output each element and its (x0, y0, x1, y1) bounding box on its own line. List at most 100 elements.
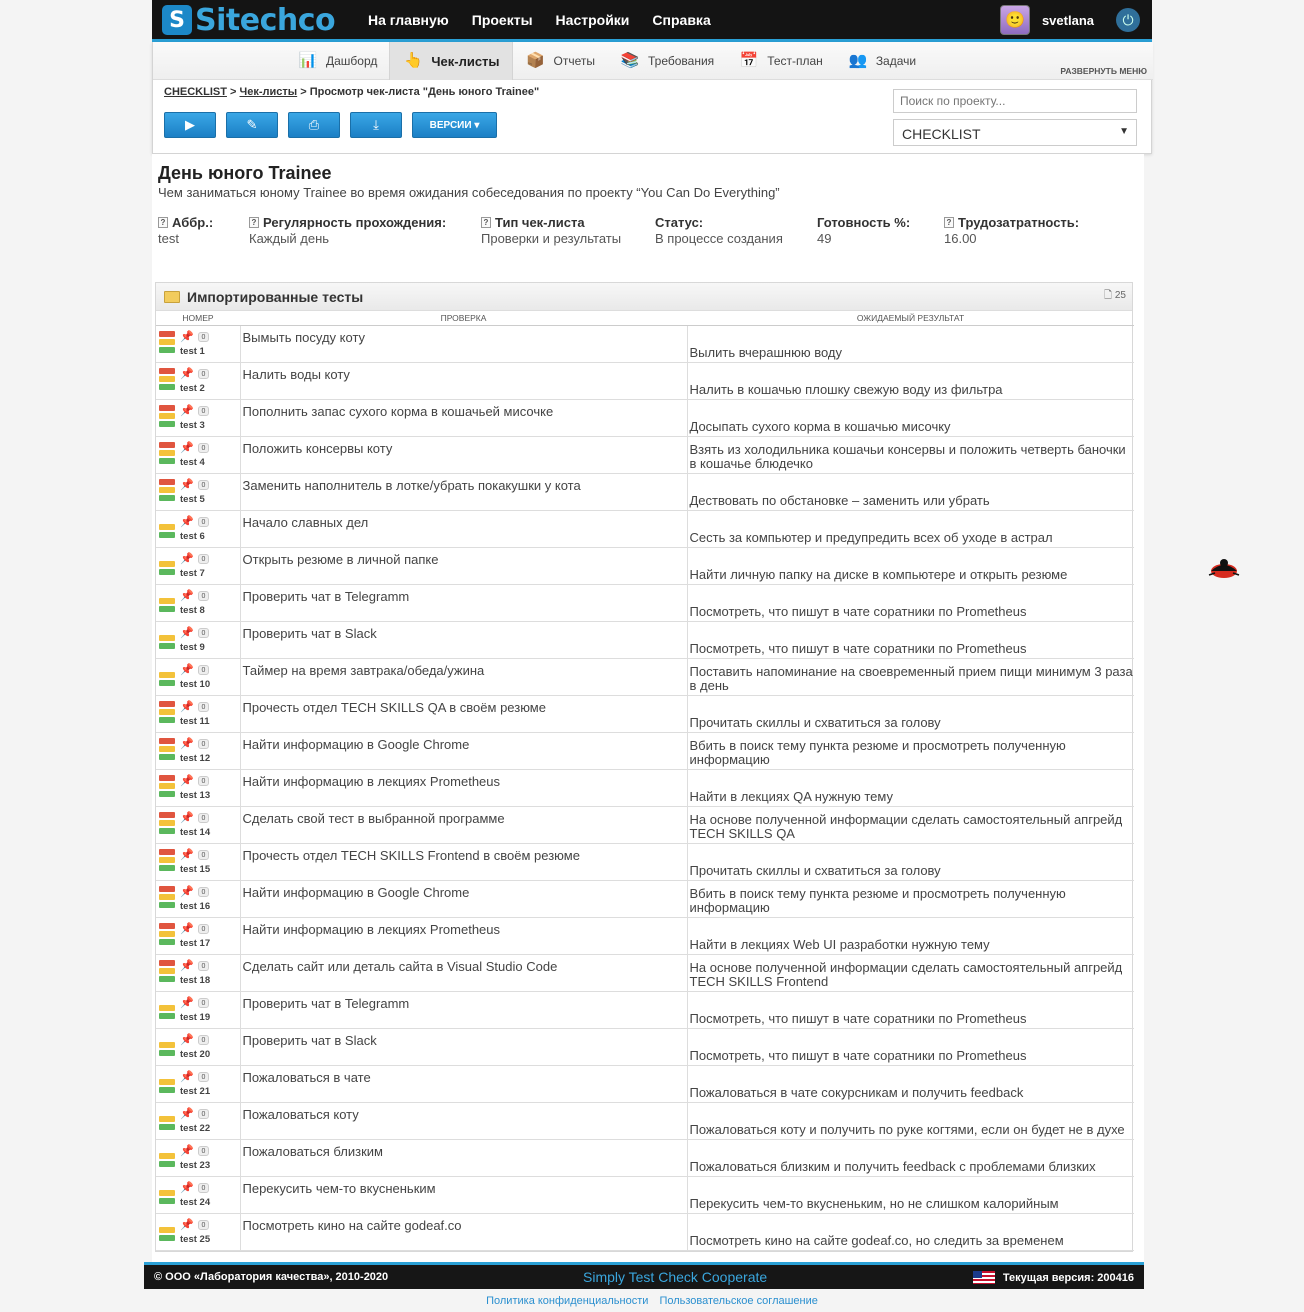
test-id[interactable]: test 12 (180, 753, 210, 764)
test-id[interactable]: test 17 (180, 938, 210, 949)
table-row[interactable]: 📌 0 test 20 Проверить чат в Slack Посмотреть… (156, 1028, 1134, 1066)
pin-icon[interactable]: 📌 (180, 1033, 194, 1046)
flag-red-icon[interactable] (159, 885, 175, 892)
flag-red-icon[interactable] (159, 811, 175, 818)
flag-red-icon[interactable] (159, 478, 175, 485)
help-icon[interactable]: ? (249, 217, 259, 228)
test-id[interactable]: test 18 (180, 975, 210, 986)
flag-green-icon[interactable] (159, 568, 175, 575)
logo[interactable]: S Sitechco (162, 3, 336, 38)
flag-green-icon[interactable] (159, 716, 175, 723)
flag-yellow-icon[interactable] (159, 708, 175, 715)
test-id[interactable]: test 9 (180, 642, 205, 653)
table-row[interactable]: 📌 0 test 22 Пожаловаться коту Пожаловаться к… (156, 1102, 1134, 1140)
username[interactable]: svetlana (1042, 13, 1094, 28)
subnav-item-tasks[interactable]: 👥 Задачи (835, 42, 928, 80)
ladybug-icon[interactable] (1207, 557, 1241, 579)
pin-icon[interactable]: 📌 (180, 1107, 194, 1120)
terms-link[interactable]: Пользовательское соглашение (659, 1295, 817, 1307)
pin-icon[interactable]: 📌 (180, 996, 194, 1009)
test-id[interactable]: test 11 (180, 716, 210, 727)
flag-red-icon[interactable] (159, 737, 175, 744)
flag-red-icon[interactable] (159, 774, 175, 781)
flag-green-icon[interactable] (159, 864, 175, 871)
test-id[interactable]: test 1 (180, 346, 205, 357)
avatar[interactable]: 🙂 (999, 5, 1030, 35)
flag-green-icon[interactable] (159, 753, 175, 760)
table-row[interactable]: 📌 0 test 19 Проверить чат в Telegramm Посмот… (156, 991, 1134, 1029)
expand-menu-link[interactable]: РАЗВЕРНУТЬ МЕНЮ (1060, 66, 1147, 76)
table-row[interactable]: 📌 0 test 6 Начало славных дел Сесть за компь… (156, 510, 1134, 548)
flag-red-icon[interactable] (159, 330, 175, 337)
test-id[interactable]: test 15 (180, 864, 210, 875)
flag-green-icon[interactable] (159, 901, 175, 908)
flag-yellow-icon[interactable] (159, 560, 175, 567)
flag-yellow-icon[interactable] (159, 1152, 175, 1159)
pin-icon[interactable]: 📌 (180, 1181, 194, 1194)
pin-icon[interactable]: 📌 (180, 1144, 194, 1157)
flag-green-icon[interactable] (159, 790, 175, 797)
help-icon[interactable]: ? (944, 217, 954, 228)
breadcrumb-root[interactable]: CHECKLIST (164, 86, 227, 98)
flag-green-icon[interactable] (159, 642, 175, 649)
download-button[interactable]: ⤓ (350, 112, 402, 138)
project-search-input[interactable] (893, 89, 1137, 113)
test-id[interactable]: test 6 (180, 531, 205, 542)
table-row[interactable]: 📌 0 test 15 Прочесть отдел TECH SKILLS Fron… (156, 843, 1134, 881)
pin-icon[interactable]: 📌 (180, 1070, 194, 1083)
flag-green-icon[interactable] (159, 1234, 175, 1241)
pin-icon[interactable]: 📌 (180, 552, 194, 565)
flag-green-icon[interactable] (159, 1197, 175, 1204)
flag-red-icon[interactable] (159, 367, 175, 374)
project-select[interactable]: CHECKLIST ▼ (893, 119, 1137, 146)
test-id[interactable]: test 24 (180, 1197, 210, 1208)
flag-green-icon[interactable] (159, 531, 175, 538)
pin-icon[interactable]: 📌 (180, 663, 194, 676)
table-row[interactable]: 📌 0 test 18 Сделать сайт или деталь сайта в… (156, 954, 1134, 992)
power-icon[interactable]: ⏻ (1116, 8, 1140, 32)
test-id[interactable]: test 23 (180, 1160, 210, 1171)
flag-yellow-icon[interactable] (159, 634, 175, 641)
section-header[interactable]: Импортированные тесты 🗋 25 (156, 283, 1132, 311)
table-row[interactable]: 📌 0 test 8 Проверить чат в Telegramm Посмотр… (156, 584, 1134, 622)
table-row[interactable]: 📌 0 test 3 Пополнить запас сухого корма в к… (156, 399, 1134, 437)
column-header-expected[interactable]: ОЖИДАЕМЫЙ РЕЗУЛЬТАТ (687, 311, 1134, 326)
run-button[interactable]: ▶ (164, 112, 216, 138)
test-id[interactable]: test 8 (180, 605, 205, 616)
flag-red-icon[interactable] (159, 848, 175, 855)
flag-red-icon[interactable] (159, 404, 175, 411)
flag-yellow-icon[interactable] (159, 745, 175, 752)
table-row[interactable]: 📌 0 test 17 Найти информацию в лекциях Prom… (156, 917, 1134, 955)
privacy-policy-link[interactable]: Политика конфиденциальности (486, 1295, 648, 1307)
flag-yellow-icon[interactable] (159, 856, 175, 863)
table-row[interactable]: 📌 0 test 2 Налить воды коту Налить в кошачью… (156, 362, 1134, 400)
pin-icon[interactable]: 📌 (180, 478, 194, 491)
table-row[interactable]: 📌 0 test 7 Открыть резюме в личной папке Най… (156, 547, 1134, 585)
flag-green-icon[interactable] (159, 827, 175, 834)
pin-icon[interactable]: 📌 (180, 404, 194, 417)
pin-icon[interactable]: 📌 (180, 848, 194, 861)
pin-icon[interactable]: 📌 (180, 811, 194, 824)
nav-help[interactable]: Справка (652, 12, 710, 28)
pin-icon[interactable]: 📌 (180, 737, 194, 750)
flag-yellow-icon[interactable] (159, 449, 175, 456)
flag-green-icon[interactable] (159, 1012, 175, 1019)
test-id[interactable]: test 19 (180, 1012, 210, 1023)
flag-yellow-icon[interactable] (159, 782, 175, 789)
table-row[interactable]: 📌 0 test 25 Посмотреть кино на сайте godeaf… (156, 1213, 1134, 1251)
pin-icon[interactable]: 📌 (180, 885, 194, 898)
table-row[interactable]: 📌 0 test 9 Проверить чат в Slack Посмотреть,… (156, 621, 1134, 659)
table-row[interactable]: 📌 0 test 10 Таймер на время завтрака/обеда/… (156, 658, 1134, 696)
flag-yellow-icon[interactable] (159, 819, 175, 826)
test-id[interactable]: test 10 (180, 679, 210, 690)
flag-yellow-icon[interactable] (159, 412, 175, 419)
flag-red-icon[interactable] (159, 441, 175, 448)
table-row[interactable]: 📌 0 test 16 Найти информацию в Google Chrom… (156, 880, 1134, 918)
flag-green-icon[interactable] (159, 975, 175, 982)
test-id[interactable]: test 20 (180, 1049, 210, 1060)
help-icon[interactable]: ? (481, 217, 491, 228)
test-id[interactable]: test 5 (180, 494, 205, 505)
pin-icon[interactable]: 📌 (180, 589, 194, 602)
test-id[interactable]: test 13 (180, 790, 210, 801)
nav-projects[interactable]: Проекты (472, 12, 533, 28)
